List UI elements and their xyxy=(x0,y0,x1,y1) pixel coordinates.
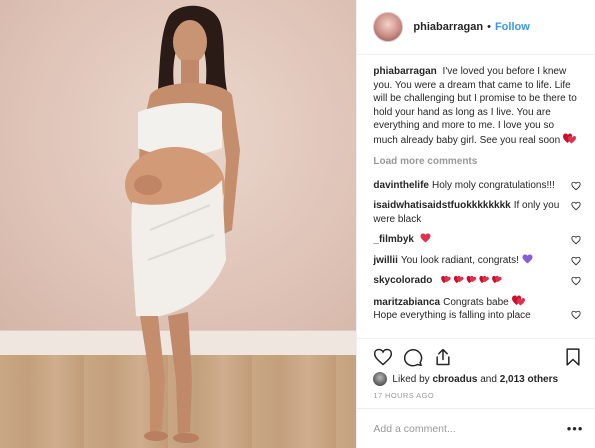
heart-outline-icon[interactable] xyxy=(571,235,581,245)
comment-item: davinthelife Holy moly congratulations!!! xyxy=(373,179,581,193)
add-comment-input[interactable]: Add a comment... xyxy=(373,423,455,435)
photo-figure xyxy=(125,5,240,443)
avatar[interactable] xyxy=(373,12,404,42)
comment-item: _filmbyk xyxy=(373,233,581,247)
action-bar xyxy=(357,338,595,366)
load-more-comments[interactable]: Load more comments xyxy=(373,155,581,169)
comment-username[interactable]: maritzabianca xyxy=(373,297,440,308)
comments-section: phiabarragan I've loved you before I kne… xyxy=(357,55,595,343)
post-timestamp[interactable]: 17 HOURS AGO xyxy=(373,391,434,400)
double-heart-icon xyxy=(562,133,576,143)
comment-item: isaidwhatisaidstfuokkkkkkkk If only you w… xyxy=(373,199,581,226)
comment-text: Congrats babe xyxy=(443,296,509,308)
caption: phiabarragan I've loved you before I kne… xyxy=(373,65,581,147)
post-photo[interactable] xyxy=(0,0,357,448)
comment-username[interactable]: _filmbyk xyxy=(373,234,414,245)
double-heart-emoji-row-icon xyxy=(441,275,502,284)
caption-text: I've loved you before I knew you. You we… xyxy=(373,66,577,146)
heart-icon[interactable] xyxy=(373,347,393,367)
share-icon[interactable] xyxy=(433,347,453,367)
purple-heart-emoji-icon xyxy=(522,253,533,264)
post-header: phiabarragan • Follow xyxy=(357,0,595,55)
comment-text: Hope everything is falling into place xyxy=(373,310,531,321)
likes-prefix: Liked by xyxy=(392,373,430,385)
more-options-icon[interactable]: ••• xyxy=(567,422,584,435)
comment-username[interactable]: isaidwhatisaidstfuokkkkkkkk xyxy=(373,200,510,211)
liker-username[interactable]: cbroadus xyxy=(432,374,477,385)
post-sidebar: phiabarragan • Follow phiabarragan I've … xyxy=(356,0,595,448)
likes-connector: and xyxy=(480,373,497,385)
add-comment-bar: Add a comment... ••• xyxy=(357,408,595,448)
likes-summary: Liked by cbroadus and 2,013 others xyxy=(373,372,558,386)
comment-username[interactable]: davinthelife xyxy=(373,180,429,191)
header-username[interactable]: phiabarragan xyxy=(413,21,483,33)
caption-username[interactable]: phiabarragan xyxy=(373,66,436,77)
comment-icon[interactable] xyxy=(403,347,423,367)
comment-username[interactable]: skycolorado xyxy=(373,275,432,286)
comment-username[interactable]: jwillii xyxy=(373,255,397,266)
heart-outline-icon[interactable] xyxy=(571,276,581,286)
header-separator: • xyxy=(487,21,491,33)
heart-outline-icon[interactable] xyxy=(571,181,581,191)
red-heart-emoji-icon xyxy=(420,233,431,243)
comment-item: skycolorado xyxy=(373,274,581,288)
liker-avatar[interactable] xyxy=(373,372,388,386)
heart-outline-icon[interactable] xyxy=(571,256,581,266)
comment-item: maritzabianca Congrats babe Hope everythi… xyxy=(373,295,581,323)
heart-outline-icon[interactable] xyxy=(571,201,581,211)
likes-count[interactable]: 2,013 others xyxy=(500,374,558,385)
comment-item: jwillii You look radiant, congrats! xyxy=(373,253,581,268)
comment-text: Holy moly congratulations!!! xyxy=(431,179,555,191)
comment-text: You look radiant, congrats! xyxy=(400,254,519,266)
follow-button[interactable]: Follow xyxy=(495,21,530,33)
instagram-post: phiabarragan • Follow phiabarragan I've … xyxy=(0,0,595,448)
bookmark-icon[interactable] xyxy=(563,347,583,367)
heart-outline-icon[interactable] xyxy=(571,310,581,320)
double-heart-emoji-icon xyxy=(511,295,525,305)
